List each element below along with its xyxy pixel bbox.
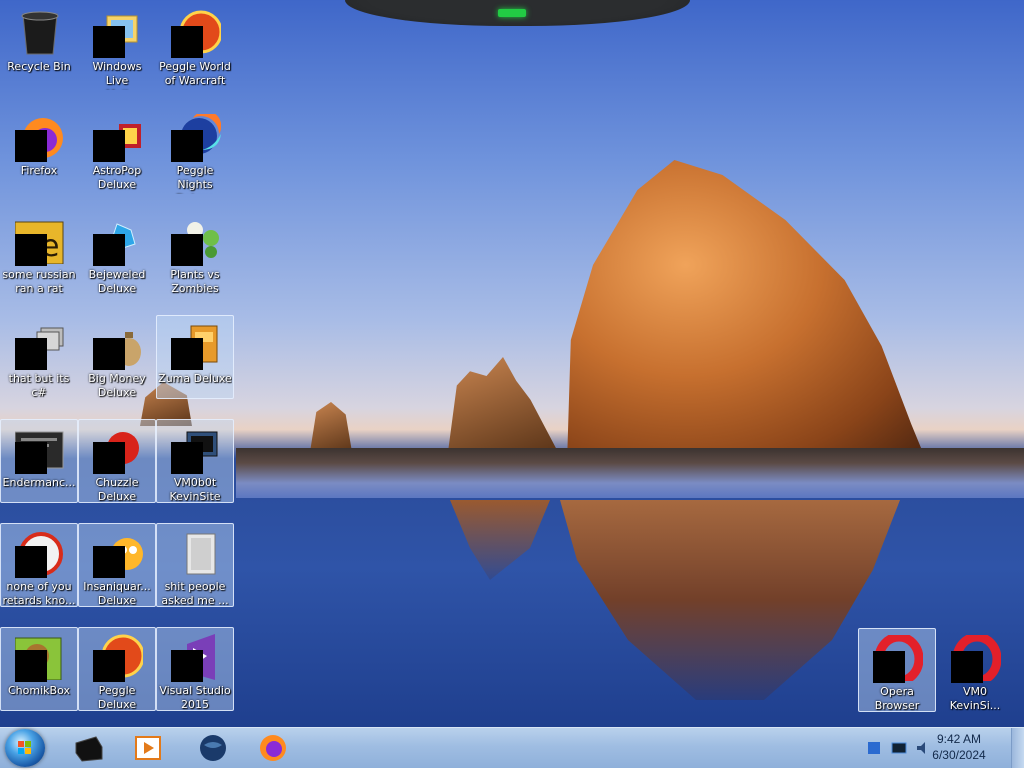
icon-label: none of you retards kno... bbox=[2, 580, 76, 607]
icon-label: Zuma Deluxe bbox=[158, 372, 232, 385]
rock-reflection-small bbox=[450, 500, 550, 580]
icon-label: Visual Studio 2015 bbox=[159, 684, 231, 711]
desktop-icon-chuzzle[interactable]: Chuzzle Deluxe bbox=[78, 419, 156, 503]
icon-label: Endermanc... bbox=[2, 476, 76, 489]
icon-label: VM0 KevinSi... bbox=[949, 685, 1001, 712]
icon-label: VM0b0t KevinSite bbox=[169, 476, 221, 503]
redacted-icon-overlay bbox=[93, 234, 125, 266]
icon-label: ChomikBox bbox=[8, 684, 70, 697]
small-rock-1 bbox=[448, 357, 558, 452]
rock-reflection bbox=[560, 500, 900, 700]
taskbar-app-globe[interactable] bbox=[184, 730, 242, 766]
desktop-icon-peggle-nights[interactable]: Peggle Nights Deluxe bbox=[156, 107, 234, 194]
desktop-icon-none-of-you[interactable]: none of you retards kno... bbox=[0, 523, 78, 607]
haystack-rock bbox=[567, 160, 926, 460]
status-led bbox=[498, 9, 526, 17]
clock-date: 6/30/2024 bbox=[932, 748, 986, 762]
show-desktop-button[interactable] bbox=[1011, 728, 1024, 768]
taskbar-app-firefox[interactable] bbox=[244, 730, 302, 766]
redacted-icon-overlay bbox=[93, 338, 125, 370]
windows-logo-icon bbox=[18, 741, 31, 754]
desktop-icon-that-but-its-csharp[interactable]: that but its c# bbox=[0, 315, 78, 399]
icon-label: Peggle World of Warcraft ... bbox=[159, 60, 231, 90]
desktop-icon-insaniquarium[interactable]: Insaniquar... Deluxe bbox=[78, 523, 156, 607]
icon-label: that but its c# bbox=[8, 372, 70, 399]
desktop-icon-endermanch[interactable]: Endermanc... bbox=[0, 419, 78, 503]
redacted-icon-overlay bbox=[15, 442, 47, 474]
redacted-icon-overlay bbox=[93, 130, 125, 162]
redacted-icon-overlay bbox=[93, 26, 125, 58]
redacted-icon-overlay bbox=[93, 442, 125, 474]
desktop-icon-shit-people-asked[interactable]: shit people asked me ... bbox=[156, 523, 234, 607]
tray-network-icon[interactable] bbox=[866, 740, 882, 756]
clock-time: 9:42 AM bbox=[936, 732, 982, 746]
redacted-icon-overlay bbox=[951, 651, 983, 683]
desktop-icon-opera-browser[interactable]: Opera Browser bbox=[858, 628, 936, 712]
folder-icon bbox=[171, 530, 221, 576]
redacted-icon-overlay bbox=[15, 130, 47, 162]
redacted-icon-overlay bbox=[171, 130, 203, 162]
desktop-icon-vm0b0t-kevinsite[interactable]: VM0b0t KevinSite bbox=[156, 419, 234, 503]
desktop-icon-zuma-deluxe[interactable]: Zuma Deluxe bbox=[156, 315, 234, 399]
redacted-icon-overlay bbox=[15, 234, 47, 266]
small-rock-2 bbox=[310, 402, 352, 452]
redacted-icon-overlay bbox=[171, 338, 203, 370]
redacted-icon-overlay bbox=[171, 442, 203, 474]
desktop-icon-vm0-kevinsite[interactable]: VM0 KevinSi... bbox=[936, 628, 1014, 712]
desktop-icon-plants-vs-zombies[interactable]: Plants vs Zombies bbox=[156, 211, 234, 295]
icon-label: Recycle Bin bbox=[7, 60, 71, 73]
beach bbox=[236, 448, 1024, 498]
firefox-icon bbox=[258, 733, 288, 763]
redacted-icon-overlay bbox=[171, 234, 203, 266]
redacted-icon-overlay bbox=[93, 650, 125, 682]
media-player-icon bbox=[134, 733, 164, 763]
desktop-icon-visual-studio-2015[interactable]: Visual Studio 2015 bbox=[156, 627, 234, 711]
desktop-icon-chomikbox[interactable]: ChomikBox bbox=[0, 627, 78, 711]
icon-label: Big Money Deluxe bbox=[88, 372, 146, 399]
icon-label: Chuzzle Deluxe bbox=[95, 476, 139, 503]
icon-label: Windows Live Mail bbox=[92, 60, 142, 90]
black-box-icon bbox=[74, 733, 104, 763]
desktop-icon-peggle-deluxe[interactable]: Peggle Deluxe bbox=[78, 627, 156, 711]
taskbar-clock[interactable]: 9:42 AM 6/30/2024 bbox=[924, 731, 994, 763]
taskbar-app-media-player[interactable] bbox=[120, 730, 178, 766]
desktop-icon-big-money[interactable]: Big Money Deluxe bbox=[78, 315, 156, 399]
desktop-icon-some-russian[interactable]: e some russian ran a rat bbox=[0, 211, 78, 295]
desktop-icon-bejeweled[interactable]: Bejeweled Deluxe bbox=[78, 211, 156, 295]
recycle-bin-icon bbox=[15, 10, 65, 56]
icon-label: Peggle Nights Deluxe bbox=[176, 164, 214, 194]
redacted-icon-overlay bbox=[171, 650, 203, 682]
icon-label: Firefox bbox=[20, 164, 58, 177]
redacted-icon-overlay bbox=[15, 546, 47, 578]
icon-label: AstroPop Deluxe bbox=[92, 164, 142, 191]
desktop-icon-peggle-wow[interactable]: Peggle World of Warcraft ... bbox=[156, 3, 234, 90]
redacted-icon-overlay bbox=[15, 338, 47, 370]
redacted-icon-overlay bbox=[15, 650, 47, 682]
redacted-icon-overlay bbox=[873, 651, 905, 683]
taskbar-app-terminal[interactable] bbox=[60, 730, 118, 766]
icon-label: Peggle Deluxe bbox=[97, 684, 137, 711]
icon-label: Plants vs Zombies bbox=[170, 268, 220, 295]
redacted-icon-overlay bbox=[171, 26, 203, 58]
desktop-icon-recycle-bin[interactable]: Recycle Bin bbox=[0, 3, 78, 87]
desktop-icon-astropop[interactable]: AstroPop Deluxe bbox=[78, 107, 156, 191]
icon-label: Insaniquar... Deluxe bbox=[83, 580, 151, 607]
globe-icon bbox=[198, 733, 228, 763]
desktop-icon-firefox[interactable]: Firefox bbox=[0, 107, 78, 191]
icon-label: Opera Browser bbox=[874, 685, 920, 712]
icon-label: Bejeweled Deluxe bbox=[88, 268, 146, 295]
tray-monitor-icon[interactable] bbox=[891, 740, 907, 756]
desktop-icon-windows-live-mail[interactable]: Windows Live Mail bbox=[78, 3, 156, 90]
redacted-icon-overlay bbox=[93, 546, 125, 578]
taskbar: 9:42 AM 6/30/2024 bbox=[0, 727, 1024, 768]
start-button[interactable] bbox=[5, 729, 45, 767]
icon-label: shit people asked me ... bbox=[161, 580, 229, 607]
icon-label: some russian ran a rat bbox=[2, 268, 76, 295]
